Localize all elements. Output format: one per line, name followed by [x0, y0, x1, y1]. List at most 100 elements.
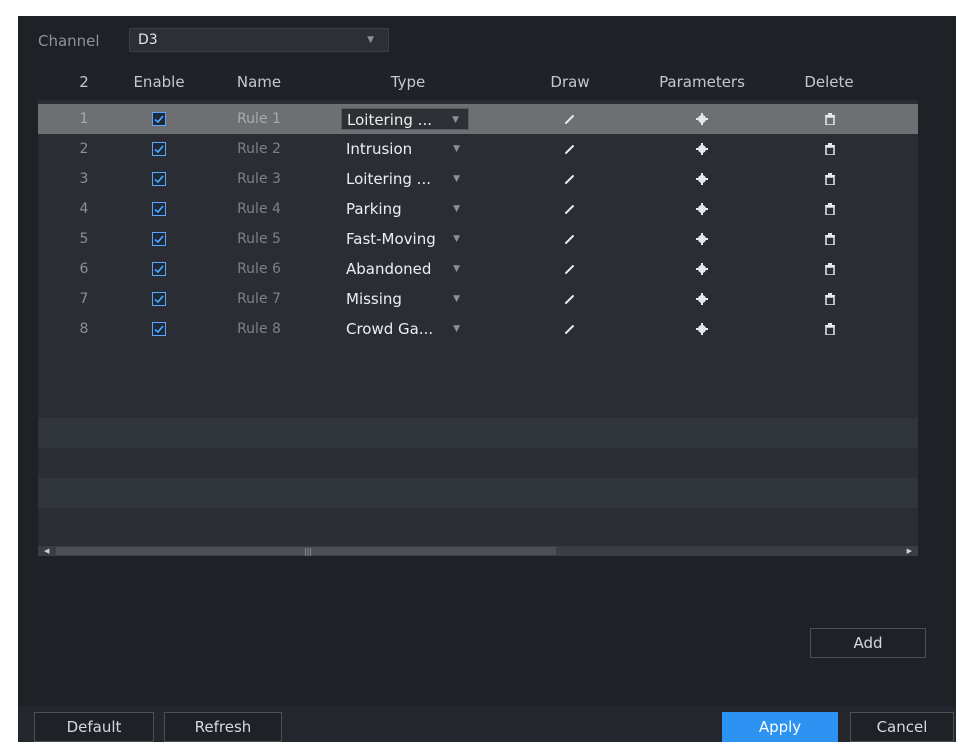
gear-icon[interactable] — [692, 314, 712, 344]
row-index: 1 — [79, 111, 89, 127]
rule-name: Rule 4 — [237, 201, 281, 217]
row-index: 4 — [79, 201, 89, 217]
channel-label: Channel — [38, 32, 100, 50]
pencil-icon[interactable] — [560, 134, 580, 164]
table-row[interactable]: 1 Rule 1 Loitering ... ▼ — [38, 104, 918, 134]
horizontal-scrollbar[interactable]: ◀ ||| ▶ — [38, 546, 918, 556]
gear-icon[interactable] — [692, 194, 712, 224]
row-index: 3 — [79, 171, 89, 187]
cancel-button[interactable]: Cancel — [850, 712, 954, 742]
gear-icon[interactable] — [692, 224, 712, 254]
chevron-down-icon: ▼ — [452, 115, 459, 125]
table-row[interactable]: 5 Rule 5 Fast-Moving ▼ — [38, 224, 918, 254]
rules-table: 2 Enable Name Type Draw Parameters Delet… — [38, 64, 918, 556]
apply-button[interactable]: Apply — [722, 712, 838, 742]
gear-icon[interactable] — [692, 164, 712, 194]
header-parameters: Parameters — [659, 73, 745, 91]
rule-name: Rule 2 — [237, 141, 281, 157]
type-select[interactable]: Loitering ... ▼ — [341, 108, 469, 130]
header-enable: Enable — [133, 73, 185, 91]
scroll-right-icon[interactable]: ▶ — [907, 546, 912, 556]
empty-row — [38, 448, 918, 478]
type-select[interactable]: Loitering ... ▼ — [341, 168, 469, 190]
rule-name: Rule 3 — [237, 171, 281, 187]
pencil-icon[interactable] — [560, 314, 580, 344]
chevron-down-icon: ▼ — [453, 294, 460, 304]
pencil-icon[interactable] — [560, 284, 580, 314]
row-index: 6 — [79, 261, 89, 277]
gear-icon[interactable] — [692, 254, 712, 284]
check-icon — [154, 115, 164, 124]
type-select[interactable]: Parking ▼ — [341, 198, 469, 220]
enable-checkbox[interactable] — [152, 232, 166, 246]
enable-checkbox[interactable] — [152, 142, 166, 156]
top-strip — [0, 0, 974, 16]
rule-name: Rule 8 — [237, 321, 281, 337]
type-select[interactable]: Missing ▼ — [341, 288, 469, 310]
header-type: Type — [390, 73, 426, 91]
enable-checkbox[interactable] — [152, 262, 166, 276]
trash-icon[interactable] — [820, 104, 840, 134]
row-index: 8 — [79, 321, 89, 337]
pencil-icon[interactable] — [560, 194, 580, 224]
table-row[interactable]: 2 Rule 2 Intrusion ▼ — [38, 134, 918, 164]
gear-icon[interactable] — [692, 104, 712, 134]
table-row[interactable]: 3 Rule 3 Loitering ... ▼ — [38, 164, 918, 194]
check-icon — [154, 175, 164, 184]
enable-checkbox[interactable] — [152, 202, 166, 216]
type-value: Loitering ... — [346, 170, 431, 188]
check-icon — [154, 205, 164, 214]
empty-row — [38, 478, 918, 508]
type-value: Abandoned — [346, 260, 432, 278]
scrollbar-thumb[interactable]: ||| — [56, 547, 556, 556]
table-row[interactable]: 7 Rule 7 Missing ▼ — [38, 284, 918, 314]
check-icon — [154, 325, 164, 334]
table-row[interactable]: 4 Rule 4 Parking ▼ — [38, 194, 918, 224]
default-button[interactable]: Default — [34, 712, 154, 742]
trash-icon[interactable] — [820, 134, 840, 164]
table-row[interactable]: 6 Rule 6 Abandoned ▼ — [38, 254, 918, 284]
rule-name: Rule 5 — [237, 231, 281, 247]
pencil-icon[interactable] — [560, 164, 580, 194]
type-value: Parking — [346, 200, 402, 218]
pencil-icon[interactable] — [560, 224, 580, 254]
type-select[interactable]: Crowd Ga... ▼ — [341, 318, 469, 340]
table-header: 2 Enable Name Type Draw Parameters Delet… — [38, 64, 918, 100]
grip-icon: ||| — [304, 547, 313, 556]
trash-icon[interactable] — [820, 284, 840, 314]
type-select[interactable]: Fast-Moving ▼ — [341, 228, 469, 250]
enable-checkbox[interactable] — [152, 172, 166, 186]
rule-name: Rule 1 — [237, 111, 281, 127]
pencil-icon[interactable] — [560, 254, 580, 284]
gear-icon[interactable] — [692, 134, 712, 164]
trash-icon[interactable] — [820, 314, 840, 344]
enable-checkbox[interactable] — [152, 322, 166, 336]
rule-name: Rule 7 — [237, 291, 281, 307]
gear-icon[interactable] — [692, 284, 712, 314]
enable-checkbox[interactable] — [152, 112, 166, 126]
type-value: Fast-Moving — [346, 230, 436, 248]
trash-icon[interactable] — [820, 194, 840, 224]
type-select[interactable]: Intrusion ▼ — [341, 138, 469, 160]
chevron-down-icon: ▼ — [453, 264, 460, 274]
trash-icon[interactable] — [820, 224, 840, 254]
chevron-down-icon: ▼ — [453, 234, 460, 244]
chevron-down-icon: ▼ — [453, 174, 460, 184]
header-delete: Delete — [804, 73, 854, 91]
scroll-left-icon[interactable]: ◀ — [44, 546, 49, 556]
empty-row — [38, 508, 918, 538]
type-value: Loitering ... — [347, 111, 432, 129]
refresh-button[interactable]: Refresh — [164, 712, 282, 742]
trash-icon[interactable] — [820, 164, 840, 194]
channel-select[interactable]: D3 ▼ — [129, 28, 389, 52]
pencil-icon[interactable] — [560, 104, 580, 134]
row-index: 2 — [79, 141, 89, 157]
table-row[interactable]: 8 Rule 8 Crowd Ga... ▼ — [38, 314, 918, 344]
header-index: 2 — [79, 73, 89, 91]
trash-icon[interactable] — [820, 254, 840, 284]
header-name: Name — [236, 73, 282, 91]
add-button[interactable]: Add — [810, 628, 926, 658]
enable-checkbox[interactable] — [152, 292, 166, 306]
chevron-down-icon: ▼ — [453, 144, 460, 154]
type-select[interactable]: Abandoned ▼ — [341, 258, 469, 280]
